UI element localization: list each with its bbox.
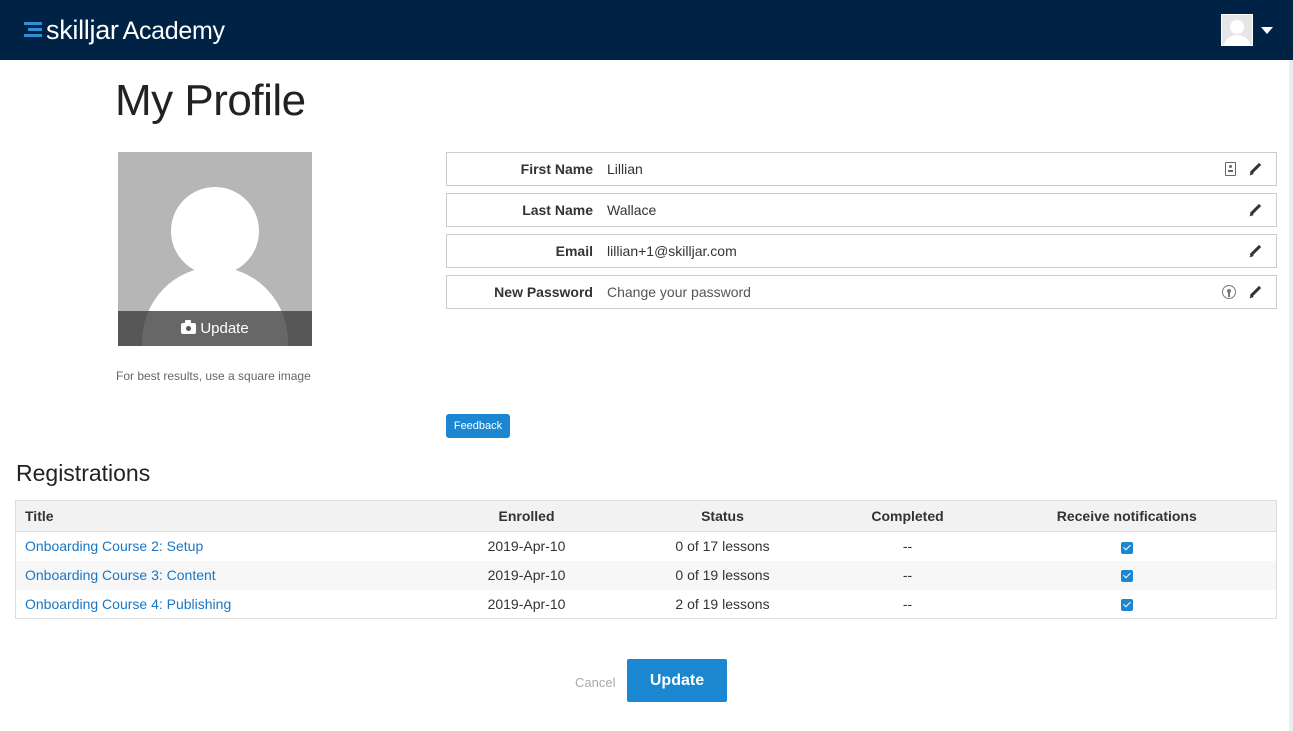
- field-label: Last Name: [522, 202, 593, 218]
- site-logo[interactable]: skilljar Academy: [24, 14, 225, 46]
- user-avatar-icon[interactable]: [1221, 14, 1253, 46]
- field-label: First Name: [520, 161, 593, 177]
- table-row: Onboarding Course 3: Content 2019-Apr-10…: [15, 560, 1277, 590]
- chevron-down-icon[interactable]: [1261, 26, 1273, 34]
- course-status: 2 of 19 lessons: [675, 595, 770, 612]
- new-password-field[interactable]: New Password Change your password: [446, 275, 1277, 309]
- completed-date: --: [902, 595, 913, 612]
- table-row: Onboarding Course 2: Setup 2019-Apr-10 0…: [16, 532, 1277, 561]
- email-field[interactable]: Email lillian+1@skilljar.com: [446, 234, 1277, 268]
- last-name-value[interactable]: Wallace: [607, 202, 1236, 218]
- camera-icon: [181, 320, 197, 334]
- column-header-completed: Completed: [837, 500, 978, 532]
- user-menu[interactable]: [1221, 14, 1273, 46]
- course-status: 0 of 17 lessons: [675, 538, 770, 555]
- first-name-field[interactable]: First Name Lillian: [446, 152, 1277, 186]
- update-photo-label: Update: [200, 320, 249, 337]
- logo-product: Academy: [122, 16, 225, 45]
- last-name-field[interactable]: Last Name Wallace: [446, 193, 1277, 227]
- registrations-title: Registrations: [16, 460, 151, 486]
- column-header-title: Title: [15, 500, 446, 532]
- course-link[interactable]: Onboarding Course 2: Setup: [25, 538, 203, 554]
- photo-hint: For best results, use a square image: [116, 369, 311, 383]
- email-value[interactable]: lillian+1@skilljar.com: [607, 243, 1236, 259]
- enrolled-date: 2019-Apr-10: [487, 567, 566, 583]
- field-label: New Password: [494, 284, 593, 300]
- table-row: Onboarding Course 4: Publishing 2019-Apr…: [16, 590, 1277, 619]
- notification-checkbox[interactable]: [1120, 541, 1133, 554]
- notification-checkbox[interactable]: [1120, 599, 1133, 612]
- logo-brand: skilljar: [46, 14, 119, 45]
- edit-pencil-icon[interactable]: [1248, 203, 1262, 217]
- first-name-value[interactable]: Lillian: [607, 161, 1225, 177]
- column-header-notifications: Receive notifications: [977, 500, 1277, 532]
- enrolled-date: 2019-Apr-10: [487, 595, 566, 612]
- cancel-link[interactable]: Cancel: [575, 675, 615, 690]
- notification-checkbox[interactable]: [1120, 570, 1133, 583]
- new-password-placeholder[interactable]: Change your password: [607, 284, 1222, 300]
- page-title: My Profile: [115, 76, 306, 125]
- course-link[interactable]: Onboarding Course 3: Content: [25, 567, 216, 583]
- completed-date: --: [902, 538, 913, 555]
- top-navbar: skilljar Academy: [0, 0, 1293, 60]
- profile-photo: Update: [118, 152, 312, 346]
- contact-card-icon[interactable]: [1225, 162, 1236, 176]
- edit-pencil-icon[interactable]: [1248, 244, 1262, 258]
- feedback-button[interactable]: Feedback: [446, 414, 510, 438]
- column-header-enrolled: Enrolled: [445, 500, 608, 532]
- course-status: 0 of 19 lessons: [675, 567, 770, 583]
- edit-pencil-icon[interactable]: [1248, 285, 1262, 299]
- scrollbar[interactable]: [1289, 60, 1293, 731]
- enrolled-date: 2019-Apr-10: [487, 538, 566, 555]
- field-label: Email: [555, 243, 593, 259]
- course-link[interactable]: Onboarding Course 4: Publishing: [25, 596, 231, 612]
- column-header-status: Status: [607, 500, 838, 532]
- completed-date: --: [902, 567, 913, 583]
- registrations-table: Title Enrolled Status Completed Receive …: [15, 500, 1277, 619]
- logo-mark-icon: [24, 22, 42, 42]
- edit-pencil-icon[interactable]: [1248, 162, 1262, 176]
- password-key-icon[interactable]: [1222, 285, 1236, 299]
- update-button[interactable]: Update: [627, 659, 727, 702]
- update-photo-button[interactable]: Update: [118, 311, 312, 346]
- table-header-row: Title Enrolled Status Completed Receive …: [15, 500, 1277, 532]
